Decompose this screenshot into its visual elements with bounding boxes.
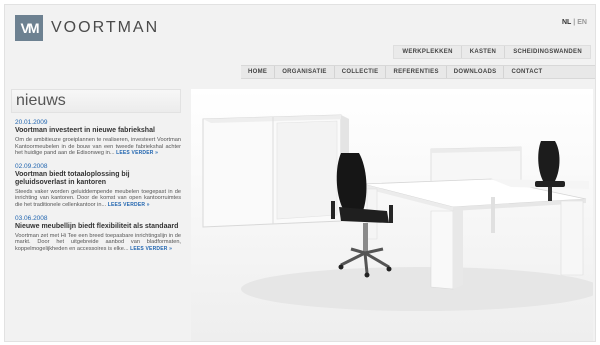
news-body: Om de ambitieuze groeiplannen te realise… bbox=[15, 137, 181, 157]
page: VM VOORTMAN NL | EN WERKPLEKKEN KASTEN S… bbox=[4, 4, 596, 342]
language-separator: | bbox=[573, 19, 576, 26]
news-title[interactable]: Nieuwe meubellijn biedt flexibiliteit al… bbox=[15, 223, 181, 231]
news-header: nieuws bbox=[11, 89, 181, 113]
news-item: 03.06.2008 Nieuwe meubellijn biedt flexi… bbox=[11, 215, 181, 253]
news-date: 03.06.2008 bbox=[15, 214, 48, 222]
news-title[interactable]: Voortman biedt totaaloplossing bij gelui… bbox=[15, 171, 181, 187]
nav-home[interactable]: HOME bbox=[241, 66, 274, 78]
nav-downloads[interactable]: DOWNLOADS bbox=[445, 66, 504, 78]
news-body: Voortman zet met Hi Tee een breed toepas… bbox=[15, 233, 181, 253]
nav-scheidingswanden[interactable]: SCHEIDINGSWANDEN bbox=[504, 46, 590, 58]
news-heading: nieuws bbox=[16, 92, 66, 109]
logo-mark-text: VM bbox=[20, 20, 40, 36]
office-chair-front bbox=[331, 153, 393, 278]
logo-wordmark: VOORTMAN bbox=[51, 19, 160, 36]
office-furniture-illustration bbox=[202, 114, 593, 311]
main-nav: HOME ORGANISATIE COLLECTIE REFERENTIES D… bbox=[241, 65, 595, 79]
floor-shadow bbox=[241, 267, 593, 311]
news-title[interactable]: Voortman investeert in nieuwe fabrieksha… bbox=[15, 127, 181, 135]
cabinet bbox=[202, 114, 349, 228]
language-nl[interactable]: NL bbox=[562, 19, 571, 26]
language-en[interactable]: EN bbox=[577, 19, 587, 26]
product-nav: WERKPLEKKEN KASTEN SCHEIDINGSWANDEN bbox=[393, 45, 591, 59]
news-body-text: Steeds vaker worden geluiddempende meube… bbox=[15, 188, 181, 208]
logo[interactable]: VM VOORTMAN bbox=[15, 15, 159, 41]
nav-werkplekken[interactable]: WERKPLEKKEN bbox=[394, 46, 460, 58]
nav-referenties[interactable]: REFERENTIES bbox=[385, 66, 445, 78]
nav-contact[interactable]: CONTACT bbox=[503, 66, 549, 78]
news-body: Steeds vaker worden geluiddempende meube… bbox=[15, 189, 181, 209]
language-switch: NL | EN bbox=[562, 19, 587, 26]
news-item: 02.09.2008 Voortman biedt totaaloplossin… bbox=[11, 163, 181, 209]
hero-image bbox=[191, 89, 593, 341]
logo-mark: VM bbox=[15, 15, 43, 41]
read-more-link[interactable]: LEES VERDER » bbox=[108, 202, 150, 208]
nav-organisatie[interactable]: ORGANISATIE bbox=[274, 66, 334, 78]
nav-collectie[interactable]: COLLECTIE bbox=[333, 66, 386, 78]
news-item: 20.01.2009 Voortman investeert in nieuwe… bbox=[11, 119, 181, 157]
nav-kasten[interactable]: KASTEN bbox=[460, 46, 504, 58]
read-more-link[interactable]: LEES VERDER » bbox=[130, 246, 172, 252]
news-date: 20.01.2009 bbox=[15, 119, 48, 126]
news-section: nieuws 20.01.2009 Voortman investeert in… bbox=[11, 89, 181, 339]
news-date: 02.09.2008 bbox=[15, 162, 48, 170]
read-more-link[interactable]: LEES VERDER » bbox=[116, 150, 158, 156]
